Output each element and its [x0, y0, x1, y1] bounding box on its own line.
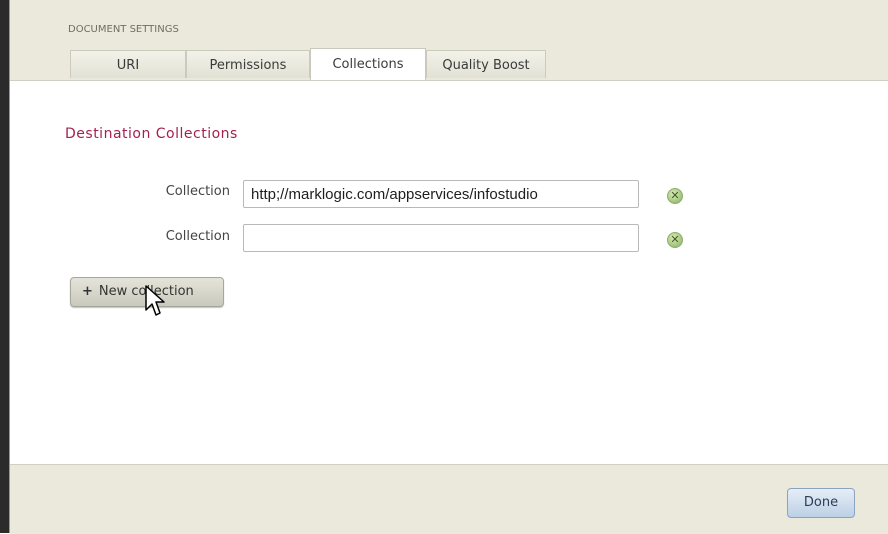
section-title: Destination Collections	[65, 126, 238, 142]
collection-label-1: Collection	[165, 184, 230, 199]
remove-x-glyph: ✕	[670, 189, 680, 202]
tab-quality-boost[interactable]: Quality Boost	[426, 50, 546, 78]
collection-input-1[interactable]	[243, 180, 639, 208]
remove-x-icon[interactable]: ✕	[667, 188, 683, 204]
collection-input-2[interactable]	[243, 224, 639, 252]
done-button[interactable]: Done	[787, 488, 855, 518]
settings-dialog: DOCUMENT SETTINGS URI Permissions Collec…	[0, 0, 888, 534]
plus-icon: +	[82, 284, 93, 299]
mouse-pointer-icon	[145, 285, 165, 316]
tab-collections[interactable]: Collections	[310, 48, 426, 80]
collection-label-2: Collection	[165, 229, 230, 244]
tab-uri[interactable]: URI	[70, 50, 186, 78]
tab-permissions[interactable]: Permissions	[186, 50, 310, 78]
dialog-header: DOCUMENT SETTINGS URI Permissions Collec…	[10, 0, 888, 81]
remove-x-icon[interactable]: ✕	[667, 232, 683, 248]
window-left-border	[0, 0, 9, 533]
dialog-title: DOCUMENT SETTINGS	[68, 24, 179, 35]
dialog-footer: Done	[10, 464, 888, 534]
collections-panel: Destination Collections Collection ✕ Col…	[10, 81, 888, 464]
remove-x-glyph: ✕	[670, 233, 680, 246]
